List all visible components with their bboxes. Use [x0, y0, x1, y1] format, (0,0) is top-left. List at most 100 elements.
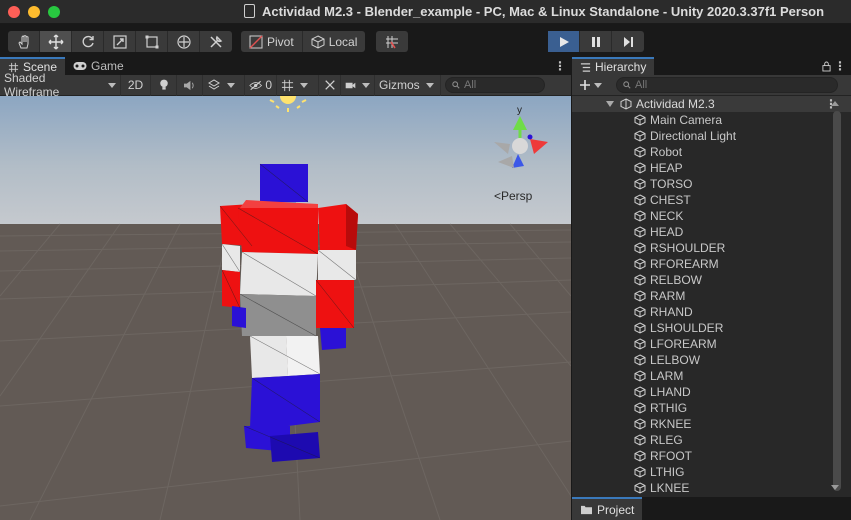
effects-dropdown[interactable]: [203, 74, 245, 96]
draw-mode-dropdown[interactable]: Shaded Wireframe: [0, 71, 121, 99]
transform-tools: [8, 31, 232, 52]
close-window-button[interactable]: [8, 6, 20, 18]
tools-overlay-button[interactable]: [319, 74, 341, 96]
lock-icon[interactable]: [819, 57, 833, 75]
hierarchy-item-label: Main Camera: [650, 113, 723, 127]
hierarchy-items: Main Camera Directional Light Robot HEAP TOR…: [572, 112, 851, 496]
transform-tool-button[interactable]: [168, 31, 200, 52]
hierarchy-item[interactable]: HEAP: [572, 160, 851, 176]
hierarchy-tree: Actividad M2.3 ⋮ Main Camera Directional …: [572, 96, 851, 497]
hierarchy-search-input[interactable]: All: [616, 77, 838, 93]
hierarchy-item[interactable]: RARM: [572, 288, 851, 304]
robot-rhand[interactable]: [232, 306, 246, 328]
local-toggle-button[interactable]: Local: [303, 31, 366, 52]
grid-dropdown[interactable]: [277, 74, 319, 96]
step-icon: [624, 36, 633, 47]
gameobject-cube-icon: [634, 434, 646, 446]
hierarchy-scrollbar[interactable]: [833, 111, 841, 491]
create-dropdown[interactable]: [572, 75, 608, 96]
gameobject-cube-icon: [634, 194, 646, 206]
hierarchy-item-label: RKNEE: [650, 417, 692, 431]
robot-lfoot[interactable]: [270, 432, 320, 462]
hierarchy-item[interactable]: NECK: [572, 208, 851, 224]
robot-rthig[interactable]: [250, 336, 288, 378]
custom-tools-button[interactable]: [200, 31, 232, 52]
hierarchy-item[interactable]: RLEG: [572, 432, 851, 448]
play-icon: [559, 36, 569, 47]
scene-panel: Scene Game ⋮ Shaded Wireframe 2D 0 Gizmo…: [0, 57, 571, 520]
step-button[interactable]: [612, 31, 644, 52]
scroll-up-arrow-icon[interactable]: [831, 101, 839, 106]
scroll-down-arrow-icon[interactable]: [831, 485, 839, 490]
gizmos-dropdown[interactable]: Gizmos: [375, 74, 441, 96]
hierarchy-item-label: RELBOW: [650, 273, 703, 287]
hierarchy-item[interactable]: RFOREARM: [572, 256, 851, 272]
hierarchy-item[interactable]: RSHOULDER: [572, 240, 851, 256]
rect-tool-button[interactable]: [136, 31, 168, 52]
scene-search-input[interactable]: All: [445, 77, 545, 93]
camera-dropdown[interactable]: [341, 74, 375, 96]
play-button[interactable]: [548, 31, 580, 52]
scene-viewport[interactable]: y <Persp: [0, 96, 571, 520]
hierarchy-root-scene[interactable]: Actividad M2.3 ⋮: [572, 96, 851, 112]
hierarchy-item[interactable]: Main Camera: [572, 112, 851, 128]
robot-rleg[interactable]: [250, 376, 288, 428]
move-icon: [48, 34, 63, 49]
grid-visibility-icon: [281, 79, 294, 91]
hierarchy-item[interactable]: TORSO: [572, 176, 851, 192]
hierarchy-item[interactable]: LFOREARM: [572, 336, 851, 352]
audio-toggle[interactable]: [177, 74, 203, 96]
hierarchy-item[interactable]: RFOOT: [572, 448, 851, 464]
wrench-icon: [210, 35, 223, 48]
robot-lleg[interactable]: [288, 374, 320, 426]
hand-icon: [17, 34, 28, 48]
scene-search-wrap: All: [441, 77, 549, 93]
lighting-toggle[interactable]: [151, 74, 177, 96]
mode-2d-toggle[interactable]: 2D: [121, 74, 151, 96]
gameobject-cube-icon: [634, 338, 646, 350]
more-options-icon[interactable]: ⋮: [553, 57, 567, 75]
scale-tool-button[interactable]: [104, 31, 136, 52]
rotate-tool-button[interactable]: [72, 31, 104, 52]
hierarchy-item[interactable]: LHAND: [572, 384, 851, 400]
gameobject-cube-icon: [634, 162, 646, 174]
expand-arrow-icon[interactable]: [606, 101, 614, 107]
more-options-icon[interactable]: ⋮: [833, 57, 847, 75]
projection-label[interactable]: <Persp: [494, 189, 533, 203]
zoom-window-button[interactable]: [48, 6, 60, 18]
pivot-icon: [249, 35, 263, 48]
gameobject-cube-icon: [634, 418, 646, 430]
cube-icon: [311, 34, 325, 49]
hierarchy-item[interactable]: RTHIG: [572, 400, 851, 416]
hierarchy-item[interactable]: LARM: [572, 368, 851, 384]
hierarchy-item[interactable]: RELBOW: [572, 272, 851, 288]
robot-lthig[interactable]: [286, 336, 320, 376]
hierarchy-item[interactable]: RHAND: [572, 304, 851, 320]
hand-tool-button[interactable]: [8, 31, 40, 52]
hierarchy-item[interactable]: Robot: [572, 144, 851, 160]
scene-canvas[interactable]: y <Persp: [0, 96, 571, 520]
gameobject-cube-icon: [634, 130, 646, 142]
gameobject-cube-icon: [634, 242, 646, 254]
hierarchy-item[interactable]: LSHOULDER: [572, 320, 851, 336]
grid-snap-button[interactable]: [376, 31, 408, 52]
main-toolbar: Pivot Local: [0, 25, 851, 57]
hierarchy-item[interactable]: LTHIG: [572, 464, 851, 480]
pivot-toggle-button[interactable]: Pivot: [241, 31, 303, 52]
hierarchy-item[interactable]: LELBOW: [572, 352, 851, 368]
minimize-window-button[interactable]: [28, 6, 40, 18]
move-tool-button[interactable]: [40, 31, 72, 52]
tab-hierarchy[interactable]: Hierarchy: [572, 57, 655, 75]
tab-project[interactable]: Project: [572, 497, 643, 520]
scene-visibility-toggle[interactable]: 0: [245, 74, 277, 96]
hierarchy-item[interactable]: RKNEE: [572, 416, 851, 432]
hierarchy-item[interactable]: Directional Light: [572, 128, 851, 144]
hierarchy-item[interactable]: LKNEE: [572, 480, 851, 496]
hierarchy-item[interactable]: CHEST: [572, 192, 851, 208]
robot-lhand[interactable]: [320, 328, 346, 350]
pause-button[interactable]: [580, 31, 612, 52]
hierarchy-item[interactable]: HEAD: [572, 224, 851, 240]
pause-icon: [591, 36, 600, 47]
hierarchy-item-label: LKNEE: [650, 481, 690, 495]
gameobject-cube-icon: [634, 210, 646, 222]
